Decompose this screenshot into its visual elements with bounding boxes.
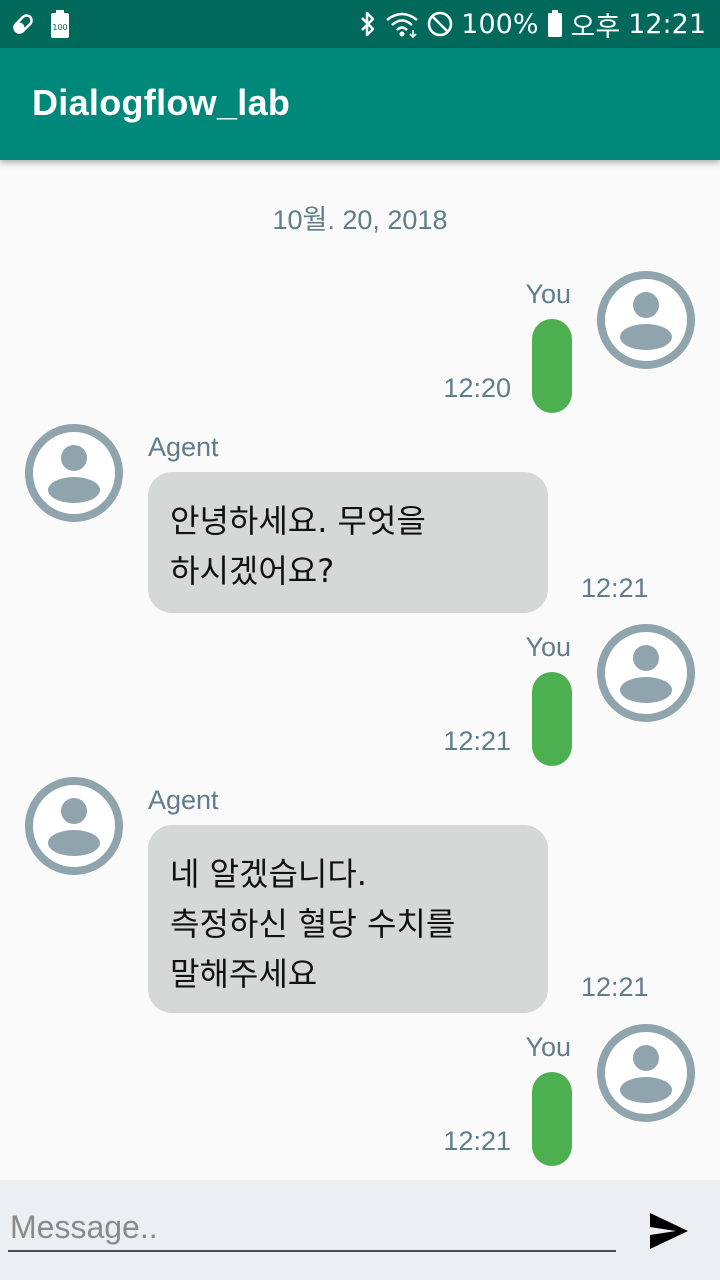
message-time: 12:21 bbox=[443, 726, 511, 756]
message-time: 12:21 bbox=[581, 972, 649, 1002]
battery-100-icon: 100 bbox=[51, 10, 69, 38]
bluetooth-icon bbox=[361, 11, 375, 37]
composer-bar bbox=[0, 1180, 720, 1280]
sender-name: You bbox=[525, 632, 571, 662]
user-avatar-icon bbox=[597, 271, 695, 369]
battery-percent: 100% bbox=[461, 8, 539, 40]
wifi-icon bbox=[386, 12, 419, 38]
pill-icon bbox=[13, 14, 33, 34]
user-avatar-icon bbox=[597, 624, 695, 722]
send-button[interactable] bbox=[644, 1206, 694, 1256]
agent-avatar-icon bbox=[25, 424, 123, 522]
message-input[interactable] bbox=[8, 1204, 616, 1252]
status-bar: 100 100% 오후 12:21 bbox=[0, 0, 720, 48]
send-icon bbox=[650, 1213, 688, 1249]
status-time-period: 오후 bbox=[570, 11, 621, 43]
sender-name: Agent bbox=[148, 432, 219, 462]
user-message-bubble[interactable] bbox=[532, 319, 572, 413]
date-header: 10월. 20, 2018 bbox=[272, 205, 448, 235]
svg-text:100: 100 bbox=[52, 23, 67, 32]
message-time: 12:21 bbox=[443, 1126, 511, 1156]
do-not-disturb-icon bbox=[427, 11, 453, 37]
user-avatar-icon bbox=[597, 1024, 695, 1122]
message-time: 12:20 bbox=[443, 373, 511, 403]
app-title: Dialogflow_lab bbox=[32, 82, 291, 123]
status-time: 12:21 bbox=[628, 8, 706, 40]
user-message-bubble[interactable] bbox=[532, 672, 572, 766]
agent-message-bubble[interactable]: 네 알겠습니다. 측정하신 혈당 수치를 말해주세요 bbox=[148, 825, 548, 1013]
agent-message-bubble[interactable]: 안녕하세요. 무엇을 하시겠어요? bbox=[148, 472, 548, 613]
battery-icon bbox=[547, 10, 562, 37]
sender-name: Agent bbox=[148, 785, 219, 815]
sender-name: You bbox=[525, 279, 571, 309]
agent-avatar-icon bbox=[25, 777, 123, 875]
sender-name: You bbox=[525, 1032, 571, 1062]
chat-list[interactable]: 10월. 20, 2018 You 12:20 Agent 안녕하세요. 무엇을… bbox=[0, 160, 720, 1180]
app-toolbar: Dialogflow_lab bbox=[0, 48, 720, 160]
user-message-bubble[interactable] bbox=[532, 1072, 572, 1166]
message-time: 12:21 bbox=[581, 573, 649, 603]
